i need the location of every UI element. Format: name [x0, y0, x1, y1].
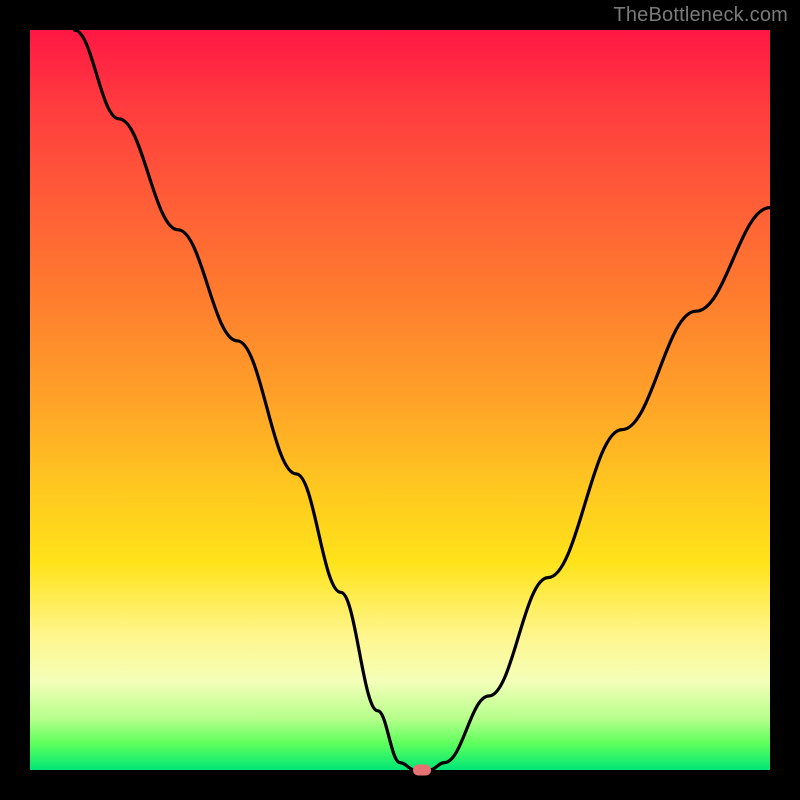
- optimum-marker: [413, 765, 431, 776]
- plot-area: [30, 30, 770, 770]
- bottleneck-curve: [30, 30, 770, 770]
- watermark-text: TheBottleneck.com: [613, 4, 788, 27]
- chart-frame: TheBottleneck.com: [0, 0, 800, 800]
